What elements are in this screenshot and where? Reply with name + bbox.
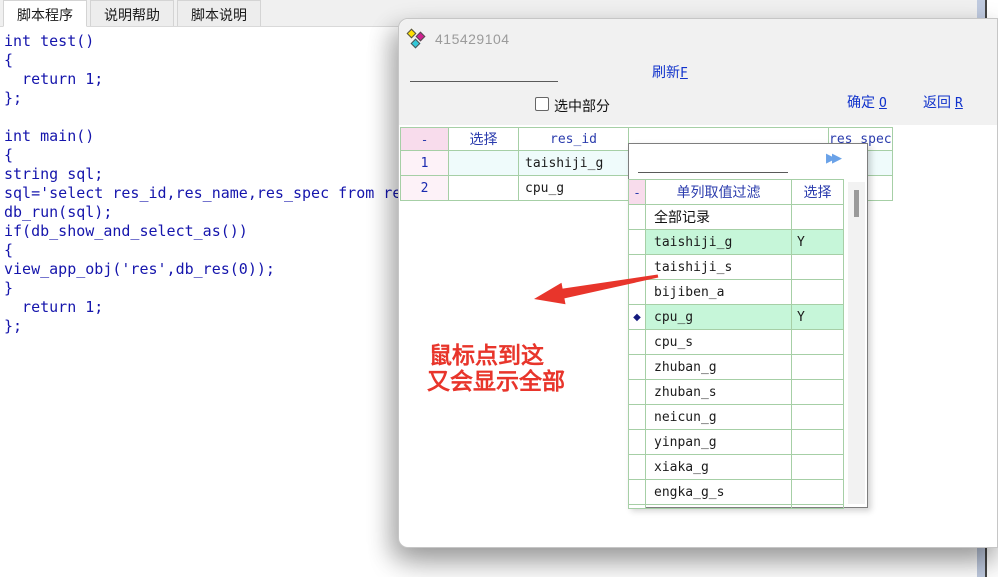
select-part-label: 选中部分 <box>554 96 610 116</box>
filter-value-cell[interactable]: 全部记录 <box>646 205 792 230</box>
ok-button[interactable]: 确定O <box>847 92 887 112</box>
filter-row[interactable]: xiaka_g <box>629 455 844 480</box>
marker-cell <box>629 380 646 405</box>
col-header-select[interactable]: 选择 <box>449 128 519 151</box>
annotation-text-line2: 又会显示全部 <box>427 362 565 396</box>
screen: 脚本程序 说明帮助 脚本说明 int test() { return 1; };… <box>0 0 998 577</box>
tab-script-program[interactable]: 脚本程序 <box>3 0 87 27</box>
filter-selected-cell[interactable] <box>792 480 844 505</box>
filter-value-cell[interactable]: xiaka_g <box>646 455 792 480</box>
filter-col-values[interactable]: 单列取值过滤 <box>646 180 792 205</box>
filter-row[interactable]: 全部记录 <box>629 205 844 230</box>
annotation-arrow-icon <box>520 265 670 315</box>
filter-selected-cell[interactable]: Y <box>792 230 844 255</box>
dialog-filter-input[interactable] <box>410 63 558 82</box>
marker-cell <box>629 330 646 355</box>
filter-selected-cell[interactable] <box>792 280 844 305</box>
filter-value-cell[interactable]: taishiji_g <box>646 230 792 255</box>
col-header-dash[interactable]: - <box>401 128 449 151</box>
res-id-cell[interactable]: cpu_g <box>519 176 629 201</box>
filter-row[interactable]: zhuban_g <box>629 355 844 380</box>
row-number: 1 <box>401 151 449 176</box>
filter-col-select[interactable]: 选择 <box>792 180 844 205</box>
filter-table-header-row: - 单列取值过滤 选择 <box>629 180 844 205</box>
filter-value-cell[interactable]: yinpan_g <box>646 430 792 455</box>
res-id-cell[interactable]: taishiji_g <box>519 151 629 176</box>
popup-search-input[interactable] <box>638 155 788 173</box>
popup-scrollbar[interactable] <box>848 182 865 504</box>
select-cell[interactable] <box>449 151 519 176</box>
marker-cell <box>629 355 646 380</box>
filter-row[interactable]: engka_g_s <box>629 480 844 505</box>
filter-selected-cell[interactable] <box>792 205 844 230</box>
refresh-button[interactable]: 刷新F <box>652 62 688 82</box>
marker-cell <box>629 455 646 480</box>
filter-value-cell[interactable]: neicun_g <box>646 405 792 430</box>
filter-value-cell[interactable]: cpu_s <box>646 330 792 355</box>
popup-table-body: 全部记录taishiji_gYtaishiji_sbijiben_a◆cpu_g… <box>629 205 844 509</box>
marker-cell <box>629 480 646 505</box>
filter-row-partial <box>629 505 844 509</box>
expand-chevrons-icon[interactable]: ▶▶ <box>826 150 838 166</box>
filter-selected-cell[interactable] <box>792 330 844 355</box>
select-part-checkbox[interactable] <box>535 97 549 111</box>
col-header-res-id[interactable]: res_id <box>519 128 629 151</box>
filter-selected-cell[interactable] <box>792 380 844 405</box>
marker-cell <box>629 230 646 255</box>
marker-cell <box>629 430 646 455</box>
filter-value-cell[interactable]: zhuban_g <box>646 355 792 380</box>
filter-row[interactable]: zhuban_s <box>629 380 844 405</box>
row-number: 2 <box>401 176 449 201</box>
code-text[interactable]: int test() { return 1; }; int main() { s… <box>4 32 437 336</box>
filter-value-cell[interactable]: zhuban_s <box>646 380 792 405</box>
filter-selected-cell[interactable] <box>792 355 844 380</box>
filter-value-cell[interactable]: engka_g_s <box>646 480 792 505</box>
filter-col-dash[interactable]: - <box>629 180 646 205</box>
filter-selected-cell[interactable] <box>792 430 844 455</box>
back-button[interactable]: 返回R <box>923 92 963 112</box>
filter-selected-cell[interactable] <box>792 405 844 430</box>
filter-row[interactable]: cpu_s <box>629 330 844 355</box>
script-diamond-icon <box>408 28 428 48</box>
filter-row[interactable]: neicun_g <box>629 405 844 430</box>
filter-row[interactable]: yinpan_g <box>629 430 844 455</box>
tab-help[interactable]: 说明帮助 <box>90 0 174 26</box>
filter-table: - 单列取值过滤 选择 全部记录taishiji_gYtaishiji_sbij… <box>628 179 844 509</box>
tab-script-description[interactable]: 脚本说明 <box>177 0 261 26</box>
filter-selected-cell[interactable] <box>792 255 844 280</box>
popup-scrollbar-thumb[interactable] <box>854 190 859 217</box>
filter-selected-cell[interactable]: Y <box>792 305 844 330</box>
filter-selected-cell[interactable] <box>792 455 844 480</box>
marker-cell <box>629 205 646 230</box>
filter-row[interactable]: taishiji_gY <box>629 230 844 255</box>
column-filter-popup: ▶▶ - 单列取值过滤 选择 全部记录taishiji_gYtaishiji_s… <box>628 143 868 508</box>
select-cell[interactable] <box>449 176 519 201</box>
dialog-title: 415429104 <box>435 31 510 47</box>
marker-cell <box>629 405 646 430</box>
